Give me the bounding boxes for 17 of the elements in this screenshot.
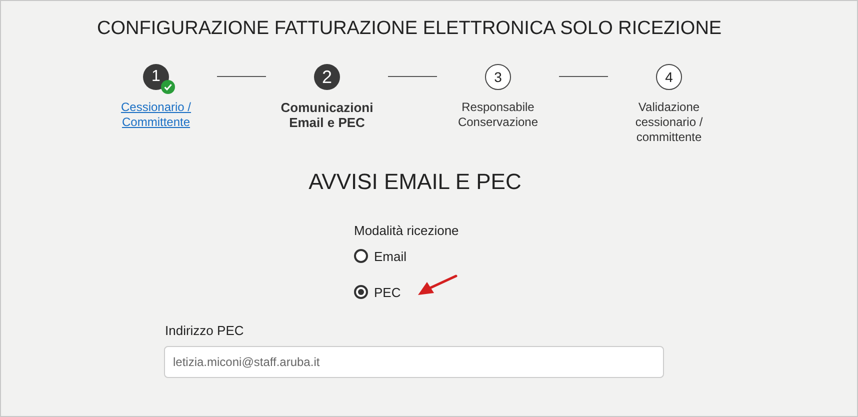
step-link[interactable]: Cessionario / Committente <box>101 100 211 130</box>
step-label: Responsabile Conservazione <box>456 100 540 130</box>
radio-button[interactable] <box>354 285 368 299</box>
step-label: Comunicazioni Email e PEC <box>280 100 374 130</box>
section-title: AVVISI EMAIL E PEC <box>308 169 522 195</box>
radio-label: Email <box>374 248 407 264</box>
radio-button[interactable] <box>354 249 368 263</box>
field-label: Indirizzo PEC <box>165 323 245 338</box>
pec-address-field[interactable]: letizia.miconi@staff.aruba.it <box>164 346 664 378</box>
step-number: 3 <box>485 64 511 90</box>
check-icon <box>161 80 175 94</box>
radio-label: PEC <box>374 284 401 300</box>
page-title: CONFIGURAZIONE FATTURAZIONE ELETTRONICA SOLO RICEZIONE <box>97 18 723 40</box>
field-label: Modalità ricezione <box>354 223 460 238</box>
step-number: 4 <box>656 64 682 90</box>
step-number: 2 <box>314 64 340 90</box>
step-label: Validazione cessionario / committente <box>634 100 704 145</box>
